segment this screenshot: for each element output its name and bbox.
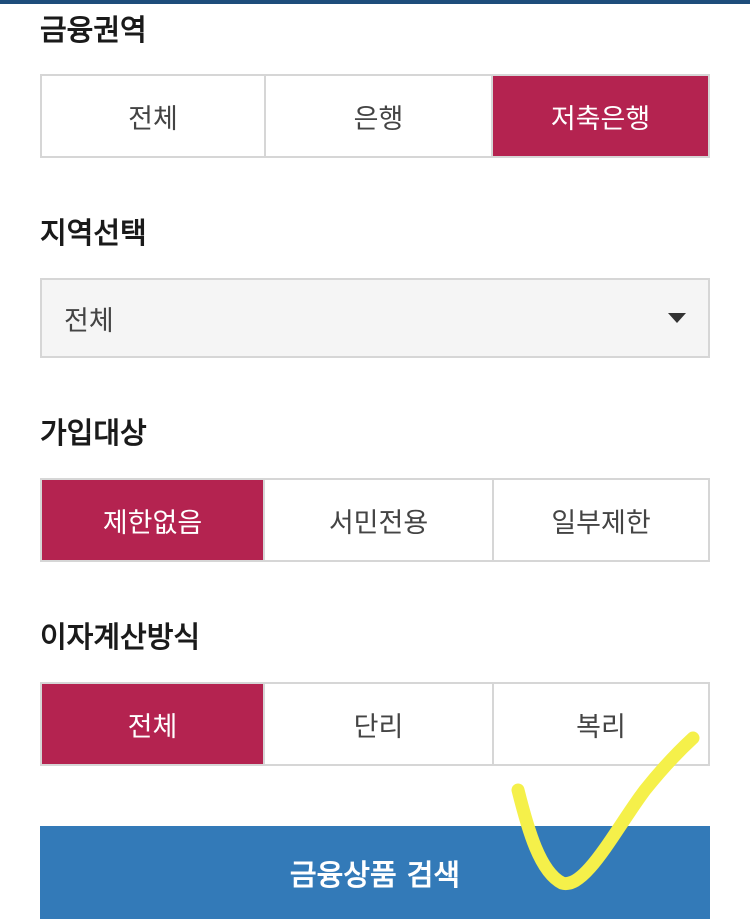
region-select-value: 전체 [64, 305, 114, 337]
caret-down-icon [668, 313, 686, 323]
financial-area-segmented: 전체 은행 저축은행 [40, 74, 710, 158]
financial-area-option-all[interactable]: 전체 [42, 76, 264, 156]
interest-method-segmented: 전체 단리 복리 [40, 682, 710, 766]
interest-method-title: 이자계산방식 [40, 620, 201, 654]
financial-area-title: 금융권역 [40, 13, 147, 47]
eligibility-option-partial-limit[interactable]: 일부제한 [492, 480, 708, 560]
eligibility-option-low-income[interactable]: 서민전용 [263, 480, 492, 560]
region-select[interactable]: 전체 [40, 278, 710, 358]
search-button[interactable]: 금융상품 검색 [40, 826, 710, 919]
eligibility-option-no-limit[interactable]: 제한없음 [42, 480, 263, 560]
top-bar [0, 0, 750, 4]
financial-area-option-savings-bank[interactable]: 저축은행 [491, 76, 708, 156]
eligibility-segmented: 제한없음 서민전용 일부제한 [40, 478, 710, 562]
eligibility-title: 가입대상 [40, 416, 147, 450]
region-title: 지역선택 [40, 216, 147, 250]
financial-area-option-bank[interactable]: 은행 [264, 76, 491, 156]
interest-method-option-all[interactable]: 전체 [42, 684, 263, 764]
interest-method-option-simple[interactable]: 단리 [263, 684, 492, 764]
interest-method-option-compound[interactable]: 복리 [492, 684, 708, 764]
